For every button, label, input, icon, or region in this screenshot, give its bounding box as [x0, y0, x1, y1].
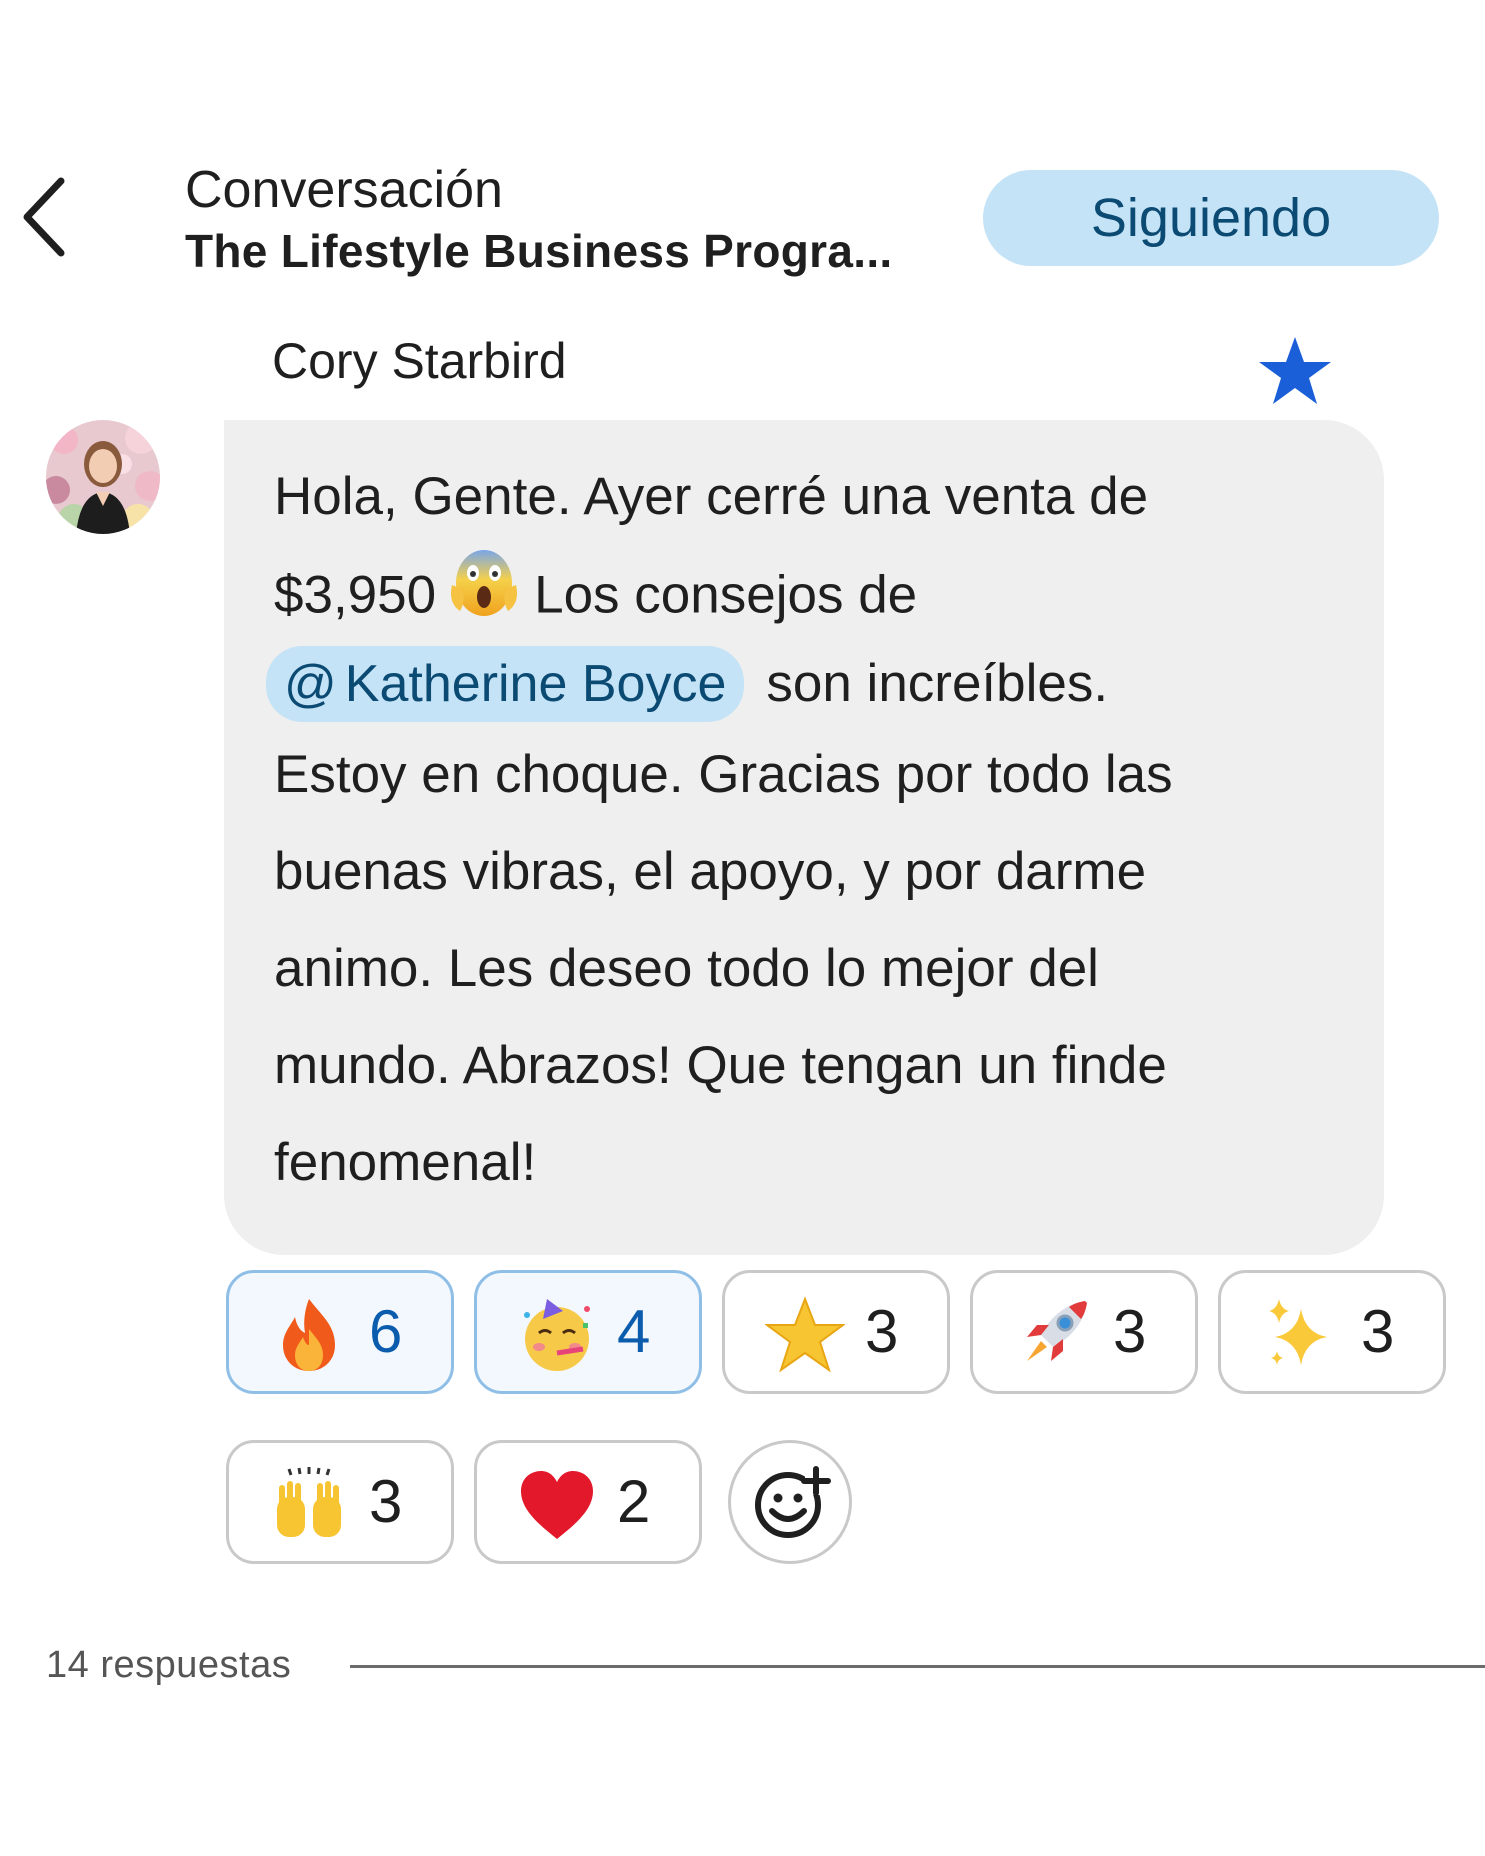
reaction-rocket[interactable]: 3 — [970, 1270, 1198, 1394]
back-button[interactable] — [14, 172, 74, 262]
message-bubble: Hola, Gente. Ayer cerré una venta de $3,… — [224, 420, 1384, 1255]
avatar-image — [46, 420, 160, 534]
heart-icon — [521, 1471, 593, 1539]
partying-face-icon — [524, 1299, 590, 1371]
reaction-sparkles[interactable]: 3 — [1218, 1270, 1446, 1394]
reaction-count: 2 — [617, 1468, 651, 1535]
message-line: animo. Les deseo todo lo mejor del — [274, 939, 1099, 998]
reaction-partying-face[interactable]: 4 — [474, 1270, 702, 1394]
message-text: $3,950 — [274, 565, 437, 625]
add-reaction-button[interactable] — [728, 1440, 852, 1564]
star-emoji-icon — [765, 1296, 845, 1373]
message-line: buenas vibras, el apoyo, y por darme — [274, 842, 1147, 901]
reaction-count: 3 — [1113, 1298, 1147, 1365]
page-title: Conversación — [185, 161, 503, 219]
star-icon[interactable] — [1257, 335, 1333, 407]
reaction-count: 4 — [617, 1298, 651, 1365]
reaction-star[interactable]: 3 — [722, 1270, 950, 1394]
space-name: The Lifestyle Business Progra... — [185, 225, 893, 277]
message-text: son increíbles. — [766, 654, 1109, 713]
replies-count[interactable]: 14 respuestas — [46, 1640, 291, 1690]
sparkles-icon — [1269, 1299, 1327, 1365]
raising-hands-icon — [277, 1467, 341, 1537]
message-line: mundo. Abrazos! Que tengan un finde — [274, 1036, 1167, 1095]
at-icon: @ — [284, 655, 337, 713]
message-line: Estoy en choque. Gracias por todo las — [274, 745, 1173, 804]
message-line: $3,950 Los consejos de — [274, 545, 1344, 642]
author-name[interactable]: Cory Starbird — [272, 330, 567, 392]
reaction-fire[interactable]: 6 — [226, 1270, 454, 1394]
chevron-left-icon — [23, 177, 65, 257]
fire-icon — [283, 1299, 335, 1371]
mention-chip[interactable]: @ Katherine Boyce — [266, 646, 745, 722]
reaction-raising-hands[interactable]: 3 — [226, 1440, 454, 1564]
face-screaming-in-fear-icon — [448, 545, 520, 652]
add-emoji-icon — [755, 1466, 831, 1538]
message-line: fenomenal! — [274, 1133, 537, 1192]
conversation-header: Conversación The Lifestyle Business Prog… — [0, 0, 1485, 300]
header-title-block: Conversación The Lifestyle Business Prog… — [185, 158, 945, 280]
avatar[interactable] — [46, 420, 160, 534]
reaction-red-heart[interactable]: 2 — [474, 1440, 702, 1564]
reaction-count: 3 — [1361, 1298, 1395, 1365]
message-line: @ Katherine Boyce son increíbles. — [266, 642, 1344, 726]
mention-name: Katherine Boyce — [344, 655, 727, 713]
message-text: Los consejos de — [534, 565, 918, 625]
rocket-icon — [1027, 1301, 1087, 1361]
divider — [350, 1665, 1485, 1668]
reaction-count: 3 — [369, 1468, 403, 1535]
reaction-count: 6 — [369, 1298, 403, 1365]
reaction-count: 3 — [865, 1298, 899, 1365]
message-line: Hola, Gente. Ayer cerré una venta de — [274, 467, 1149, 526]
following-button[interactable]: Siguiendo — [983, 170, 1439, 266]
